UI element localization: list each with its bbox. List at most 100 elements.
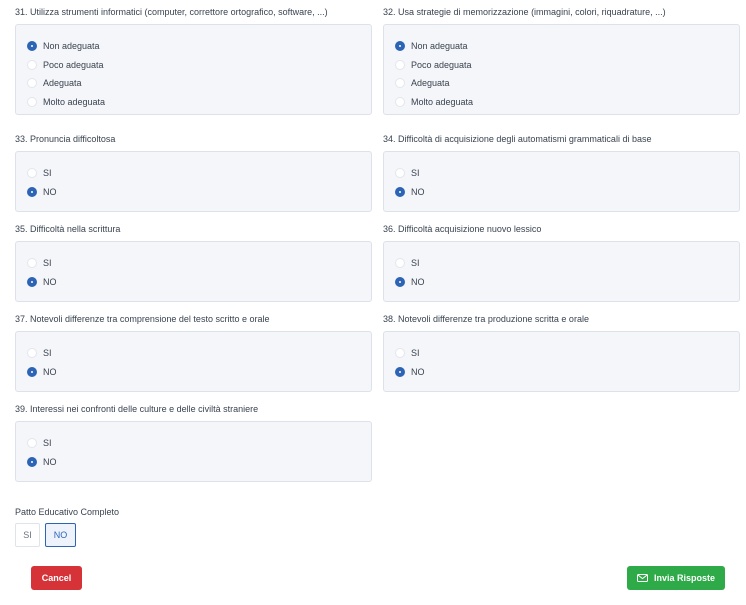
radio-button[interactable] (27, 348, 37, 359)
question-31: 31. Utilizza strumenti informatici (comp… (15, 6, 372, 115)
question-36: 36. Difficoltà acquisizione nuovo lessic… (383, 223, 740, 302)
radio-button[interactable] (395, 258, 405, 269)
radio-option[interactable]: Adeguata (395, 74, 728, 93)
question-31-options: Non adeguata Poco adeguata Adeguata Molt… (15, 24, 372, 115)
radio-option[interactable]: NO (27, 363, 360, 382)
question-39: 39. Interessi nei confronti delle cultur… (15, 403, 372, 482)
question-33: 33. Pronuncia difficoltosa SI NO (15, 133, 372, 212)
radio-option[interactable]: Molto adeguata (395, 93, 728, 112)
radio-option[interactable]: NO (27, 273, 360, 292)
question-39-options: SI NO (15, 421, 372, 482)
radio-option-label: SI (43, 438, 52, 449)
radio-option[interactable]: NO (27, 453, 360, 472)
question-32: 32. Usa strategie di memorizzazione (imm… (383, 6, 740, 115)
radio-option-label: Adeguata (43, 78, 82, 89)
radio-button[interactable] (27, 456, 37, 467)
submit-button[interactable]: Invia Risposte (627, 566, 725, 590)
radio-option[interactable]: SI (395, 344, 728, 363)
question-38: 38. Notevoli differenze tra produzione s… (383, 313, 740, 392)
radio-option-label: NO (43, 456, 57, 467)
radio-option-label: Molto adeguata (43, 97, 106, 108)
radio-option[interactable]: NO (395, 363, 728, 382)
radio-option-label: NO (411, 186, 425, 197)
radio-option-label: Poco adeguata (411, 59, 472, 70)
cancel-button[interactable]: Cancel (31, 566, 82, 590)
radio-button[interactable] (27, 276, 37, 287)
cancel-button-label: Cancel (41, 573, 72, 583)
radio-button[interactable] (27, 186, 37, 197)
radio-option[interactable]: Poco adeguata (395, 56, 728, 75)
radio-option[interactable]: Adeguata (27, 74, 360, 93)
radio-option-label: Adeguata (411, 78, 450, 89)
radio-option[interactable]: SI (27, 164, 360, 183)
question-37: 37. Notevoli differenze tra comprensione… (15, 313, 372, 392)
radio-option-label: Non adeguata (411, 41, 468, 52)
patto-si-toggle[interactable]: SI (15, 523, 40, 547)
question-32-options: Non adeguata Poco adeguata Adeguata Molt… (383, 24, 740, 115)
radio-option-label: SI (43, 348, 52, 359)
question-35-options: SI NO (15, 241, 372, 302)
radio-button[interactable] (27, 41, 37, 52)
radio-button[interactable] (27, 97, 37, 108)
radio-option-label: NO (411, 276, 425, 287)
question-38-options: SI NO (383, 331, 740, 392)
radio-option-label: Molto adeguata (411, 97, 474, 108)
question-31-label: 31. Utilizza strumenti informatici (comp… (15, 7, 328, 17)
radio-option-label: Poco adeguata (43, 59, 104, 70)
radio-button[interactable] (27, 366, 37, 377)
radio-option[interactable]: NO (395, 183, 728, 202)
radio-option[interactable]: Poco adeguata (27, 56, 360, 75)
question-36-options: SI NO (383, 241, 740, 302)
radio-button[interactable] (27, 168, 37, 179)
radio-option-label: NO (411, 366, 425, 377)
radio-button[interactable] (27, 59, 37, 70)
radio-button[interactable] (395, 276, 405, 287)
submit-button-label: Invia Risposte (653, 573, 716, 583)
radio-button[interactable] (395, 59, 405, 70)
radio-button[interactable] (395, 41, 405, 52)
radio-option-label: SI (43, 258, 52, 269)
radio-option-label: SI (411, 348, 420, 359)
question-35-label: 35. Difficoltà nella scrittura (15, 224, 121, 234)
radio-option-label: Non adeguata (43, 41, 100, 52)
radio-button[interactable] (27, 258, 37, 269)
question-36-label: 36. Difficoltà acquisizione nuovo lessic… (383, 224, 542, 234)
radio-option-label: SI (411, 258, 420, 269)
question-39-label: 39. Interessi nei confronti delle cultur… (15, 404, 259, 414)
question-35: 35. Difficoltà nella scrittura SI NO (15, 223, 372, 302)
radio-option[interactable]: SI (27, 434, 360, 453)
radio-option-label: NO (43, 276, 57, 287)
question-37-label: 37. Notevoli differenze tra comprensione… (15, 314, 270, 324)
patto-no-toggle[interactable]: NO (45, 523, 76, 547)
question-34-options: SI NO (383, 151, 740, 212)
radio-button[interactable] (395, 366, 405, 377)
radio-button[interactable] (27, 78, 37, 89)
radio-button[interactable] (395, 168, 405, 179)
radio-option[interactable]: SI (27, 254, 360, 273)
radio-button[interactable] (395, 186, 405, 197)
question-37-options: SI NO (15, 331, 372, 392)
radio-button[interactable] (395, 78, 405, 89)
radio-option-label: SI (43, 168, 52, 179)
radio-option-label: NO (43, 186, 57, 197)
question-34-label: 34. Difficoltà di acquisizione degli aut… (383, 134, 652, 144)
patto-educativo-label: Patto Educativo Completo (15, 507, 120, 517)
radio-option-label: SI (411, 168, 420, 179)
question-33-options: SI NO (15, 151, 372, 212)
envelope-icon (636, 574, 648, 582)
radio-button[interactable] (395, 348, 405, 359)
radio-button[interactable] (27, 438, 37, 449)
radio-option[interactable]: NO (395, 273, 728, 292)
radio-option[interactable]: Non adeguata (395, 37, 728, 56)
question-34: 34. Difficoltà di acquisizione degli aut… (383, 133, 740, 212)
radio-option[interactable]: SI (395, 254, 728, 273)
question-33-label: 33. Pronuncia difficoltosa (15, 134, 116, 144)
radio-option[interactable]: SI (27, 344, 360, 363)
radio-option[interactable]: NO (27, 183, 360, 202)
radio-button[interactable] (395, 97, 405, 108)
question-32-label: 32. Usa strategie di memorizzazione (imm… (383, 7, 666, 17)
question-38-label: 38. Notevoli differenze tra produzione s… (383, 314, 589, 324)
radio-option[interactable]: Non adeguata (27, 37, 360, 56)
radio-option[interactable]: Molto adeguata (27, 93, 360, 112)
radio-option[interactable]: SI (395, 164, 728, 183)
